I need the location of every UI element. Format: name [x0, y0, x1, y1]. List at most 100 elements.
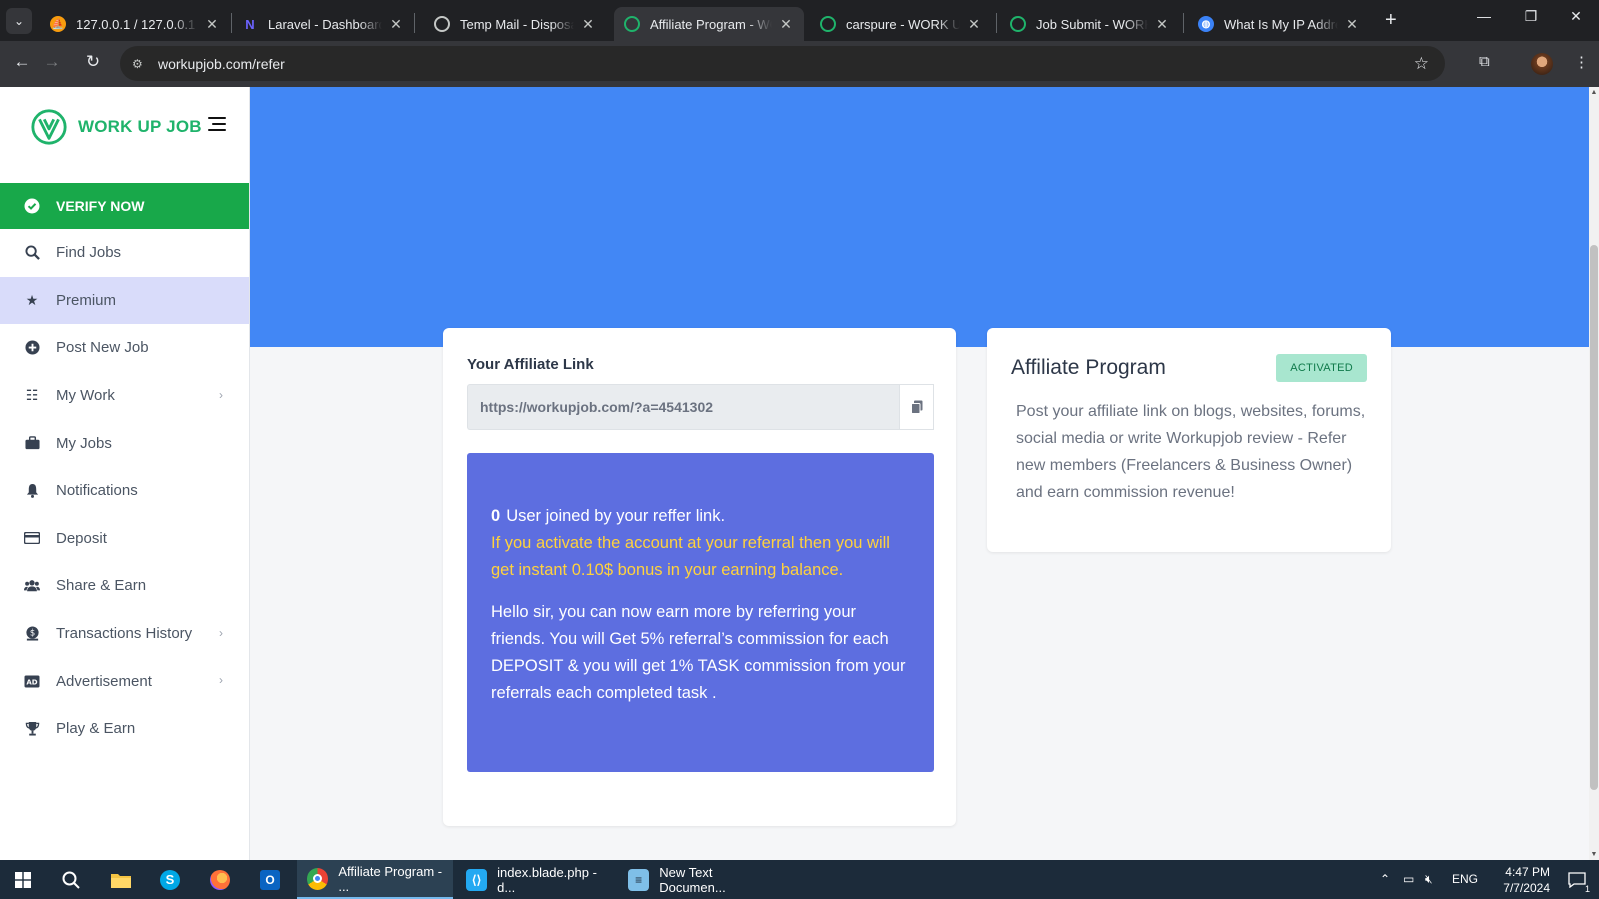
site-settings-icon[interactable]: ⚙ [132, 57, 146, 71]
taskbar-app-chrome[interactable]: Affiliate Program - ... [297, 860, 453, 899]
list-icon: ☷ [25, 387, 39, 404]
tab-laravel-dashboard[interactable]: N Laravel - Dashboard ✕ [232, 7, 414, 41]
sidebar-item-my-work[interactable]: ☷ My Work › [0, 372, 249, 420]
scrollbar-thumb[interactable] [1590, 245, 1598, 790]
skype-icon[interactable]: S [155, 860, 185, 899]
close-tab-icon[interactable]: ✕ [966, 16, 982, 33]
svg-text:AD: AD [26, 678, 37, 686]
extensions-icon[interactable]: ⧉ [1479, 53, 1490, 70]
close-tab-icon[interactable]: ✕ [1154, 16, 1170, 33]
sidebar-item-label: Find Jobs [56, 244, 122, 262]
outlook-icon[interactable]: O [255, 860, 285, 899]
close-tab-icon[interactable]: ✕ [778, 16, 794, 33]
brand-name: WORK UP JOB [78, 117, 202, 136]
plus-circle-icon [24, 340, 40, 356]
svg-text:$: $ [29, 627, 34, 637]
sidebar-item-premium[interactable]: ★ Premium [0, 276, 249, 325]
network-icon[interactable]: ▭ [1403, 872, 1414, 886]
forward-arrow-icon[interactable]: → [40, 52, 64, 72]
sidebar-item-deposit[interactable]: Deposit [0, 515, 249, 563]
close-tab-icon[interactable]: ✕ [580, 16, 596, 33]
notification-center-icon[interactable]: 1 [1562, 860, 1592, 899]
copy-link-button[interactable] [899, 384, 934, 430]
system-clock[interactable]: 4:47 PM 7/7/2024 [1480, 864, 1550, 896]
taskbar-app-vscode[interactable]: ⟨⟩ index.blade.php - d... [456, 860, 614, 899]
tab-title: Laravel - Dashboard [268, 16, 382, 32]
sidebar-item-notifications[interactable]: Notifications [0, 467, 249, 515]
credit-card-icon [24, 530, 40, 546]
affiliate-program-description: Post your affiliate link on blogs, websi… [1016, 403, 1366, 501]
sidebar-menu: VERIFY NOW Find Jobs ★ Premium Post New … [0, 183, 249, 753]
show-hidden-icons-icon[interactable]: ⌃ [1380, 872, 1390, 886]
firefox-icon[interactable] [205, 860, 235, 899]
close-tab-icon[interactable]: ✕ [204, 16, 220, 33]
referral-joined-text: User joined by your reffer link. [506, 507, 726, 525]
sidebar-item-label: Share & Earn [56, 577, 147, 595]
notification-count: 1 [1584, 884, 1590, 894]
minimize-icon[interactable]: — [1461, 8, 1507, 24]
taskbar-app-notepad[interactable]: ≡ New Text Documen... [618, 860, 778, 899]
hero-banner [250, 87, 1589, 347]
chevron-right-icon: › [219, 387, 223, 402]
profile-avatar[interactable] [1531, 53, 1553, 75]
tab-title: Affiliate Program - WORK UP JOB [650, 16, 772, 32]
nova-icon: N [245, 16, 255, 32]
tab-temp-mail[interactable]: Temp Mail - Disposable Temporary Email ✕ [424, 7, 606, 41]
tab-search-button[interactable]: ⌄ [6, 8, 32, 34]
sidebar: WORK UP JOB VERIFY NOW Find Jobs ★ Premi… [0, 87, 250, 860]
sidebar-item-label: Deposit [56, 529, 107, 547]
brand[interactable]: WORK UP JOB [30, 107, 202, 147]
affiliate-program-card: Affiliate Program ACTIVATED Post your af… [987, 328, 1391, 552]
scroll-down-icon[interactable]: ▼ [1589, 851, 1599, 858]
bookmark-star-icon[interactable]: ☆ [1414, 54, 1429, 74]
users-icon [24, 578, 40, 594]
new-tab-button[interactable]: + [1385, 9, 1397, 32]
close-window-icon[interactable]: ✕ [1553, 8, 1599, 25]
notepad-icon: ≡ [628, 868, 650, 891]
globe-icon: ◍ [1198, 16, 1214, 32]
windows-taskbar: S O Affiliate Program - ... ⟨⟩ index.bla… [0, 860, 1599, 899]
tab-affiliate-program[interactable]: Affiliate Program - WORK UP JOB ✕ [614, 7, 804, 41]
sidebar-item-verify-now[interactable]: VERIFY NOW [0, 183, 249, 229]
tab-what-is-my-ip[interactable]: ◍ What Is My IP Address ✕ [1188, 7, 1370, 41]
back-arrow-icon[interactable]: ← [10, 52, 34, 72]
tab-phpmyadmin[interactable]: ⛵ 127.0.0.1 / 127.0.0.1 | phpMyAdmin ✕ [40, 7, 230, 41]
sidebar-item-label: Transactions History [56, 625, 193, 643]
sidebar-item-post-new-job[interactable]: Post New Job [0, 324, 249, 372]
browser-menu-icon[interactable]: ⋮ [1574, 53, 1589, 71]
scroll-up-icon[interactable]: ▲ [1589, 89, 1599, 96]
sidebar-item-label: My Jobs [56, 434, 112, 452]
address-bar[interactable]: ⚙ workupjob.com/refer ☆ [120, 46, 1445, 81]
tab-carspure[interactable]: carspure - WORK UP JOB ✕ [810, 7, 992, 41]
tab-job-submit[interactable]: Job Submit - WORK UP JOB ✕ [1000, 7, 1180, 41]
sidebar-item-label: VERIFY NOW [56, 198, 145, 214]
close-tab-icon[interactable]: ✕ [1344, 16, 1360, 33]
input-language[interactable]: ENG [1452, 872, 1478, 886]
volume-muted-icon[interactable]: 🔇︎ [1425, 872, 1433, 887]
workupjob-icon [820, 16, 836, 32]
sidebar-item-share-earn[interactable]: Share & Earn [0, 562, 249, 610]
sidebar-item-find-jobs[interactable]: Find Jobs [0, 229, 249, 277]
search-icon [24, 245, 40, 261]
page-scrollbar[interactable]: ▲ ▼ [1589, 87, 1599, 860]
reload-icon[interactable]: ↻ [81, 52, 105, 72]
workupjob-logo-icon [31, 109, 67, 145]
clock-time: 4:47 PM [1505, 865, 1550, 879]
search-icon[interactable] [56, 860, 86, 899]
sidebar-item-label: Premium [56, 291, 117, 309]
taskbar-app-label: index.blade.php - d... [497, 864, 597, 895]
restore-icon[interactable]: ❐ [1508, 8, 1554, 25]
url-text[interactable]: workupjob.com/refer [158, 56, 285, 72]
windows-start-icon[interactable] [8, 860, 38, 899]
affiliate-link-field[interactable]: https://workupjob.com/?a=4541302 [467, 384, 899, 430]
sidebar-item-label: Play & Earn [56, 720, 136, 738]
sidebar-item-transactions-history[interactable]: $ Transactions History › [0, 610, 249, 658]
close-tab-icon[interactable]: ✕ [388, 16, 404, 33]
sidebar-item-my-jobs[interactable]: My Jobs [0, 419, 249, 467]
tab-title: carspure - WORK UP JOB [846, 16, 960, 32]
sidebar-item-advertisement[interactable]: AD Advertisement › [0, 657, 249, 705]
file-explorer-icon[interactable] [106, 860, 136, 899]
sidebar-item-play-earn[interactable]: Play & Earn [0, 705, 249, 753]
menu-toggle-icon[interactable] [208, 117, 226, 135]
browser-toolbar: ← → ↻ ⚙ workupjob.com/refer ☆ ⧉ ⋮ [0, 41, 1599, 87]
